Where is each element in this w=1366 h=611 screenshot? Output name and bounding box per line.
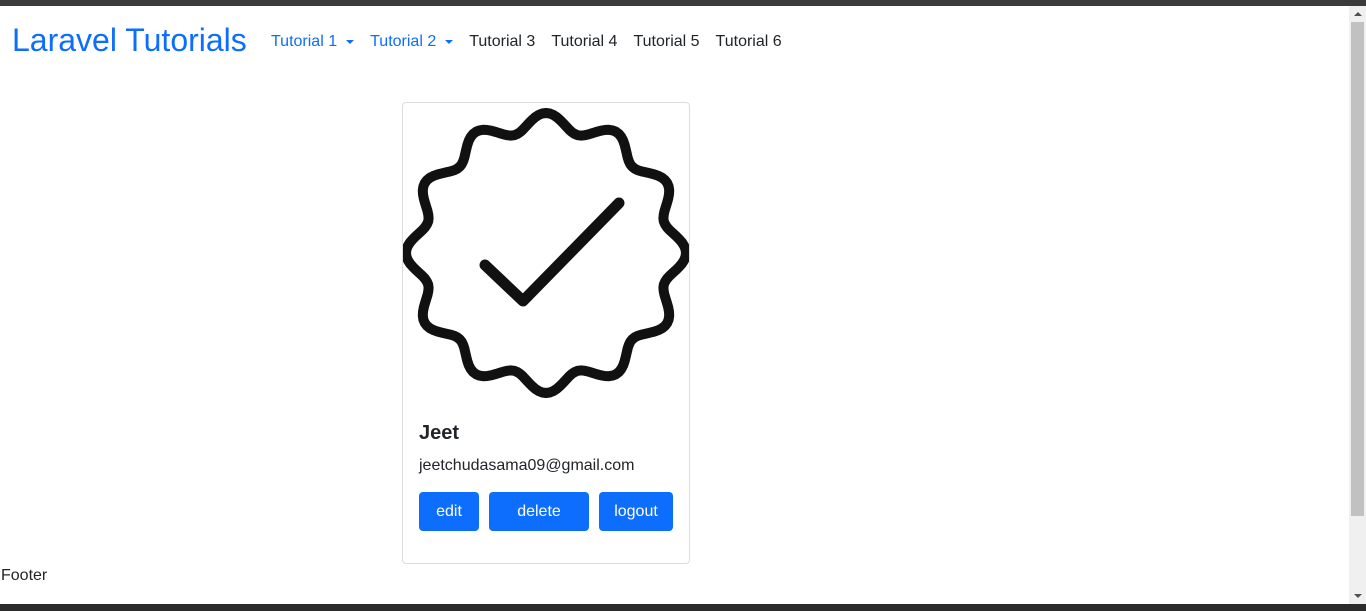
caret-down-icon [346, 40, 355, 44]
window-bottom-bar [0, 604, 1366, 611]
nav-item-label: Tutorial 6 [715, 33, 782, 50]
nav-item-label: Tutorial 5 [633, 33, 700, 50]
main-nav: Tutorial 1 Tutorial 2 Tutorial 3 Tutoria… [263, 30, 790, 54]
nav-item-tutorial-4[interactable]: Tutorial 4 [543, 30, 625, 54]
scroll-up-arrow-icon[interactable] [1349, 6, 1366, 22]
profile-email: jeetchudasama09@gmail.com [419, 457, 635, 474]
nav-item-tutorial-5[interactable]: Tutorial 5 [625, 30, 707, 54]
nav-item-tutorial-6[interactable]: Tutorial 6 [708, 30, 790, 54]
nav-item-label: Tutorial 2 [370, 33, 437, 50]
verified-badge-svg [403, 108, 689, 398]
profile-name: Jeet [419, 422, 460, 444]
profile-card: Jeet jeetchudasama09@gmail.com edit dele… [402, 102, 690, 564]
verified-badge-icon [403, 103, 689, 403]
navbar-brand[interactable]: Laravel Tutorials [12, 18, 247, 62]
badge-outline [403, 108, 689, 398]
badge-shape [403, 108, 689, 398]
delete-button[interactable]: delete [489, 492, 589, 531]
vertical-scrollbar[interactable] [1349, 6, 1366, 604]
nav-item-tutorial-1[interactable]: Tutorial 1 [263, 30, 362, 54]
window-top-bar [0, 0, 1366, 6]
scrollbar-thumb[interactable] [1351, 22, 1364, 516]
caret-down-icon [445, 40, 454, 44]
footer: Footer [1, 567, 48, 584]
nav-item-label: Tutorial 3 [469, 33, 536, 50]
logout-button[interactable]: logout [599, 492, 673, 531]
edit-button[interactable]: edit [419, 492, 479, 531]
nav-item-tutorial-2[interactable]: Tutorial 2 [362, 30, 461, 54]
nav-item-label: Tutorial 4 [551, 33, 618, 50]
nav-item-tutorial-3[interactable]: Tutorial 3 [461, 30, 543, 54]
nav-item-label: Tutorial 1 [271, 33, 338, 50]
check-mark-icon [479, 197, 625, 307]
scroll-down-arrow-icon[interactable] [1349, 588, 1366, 604]
